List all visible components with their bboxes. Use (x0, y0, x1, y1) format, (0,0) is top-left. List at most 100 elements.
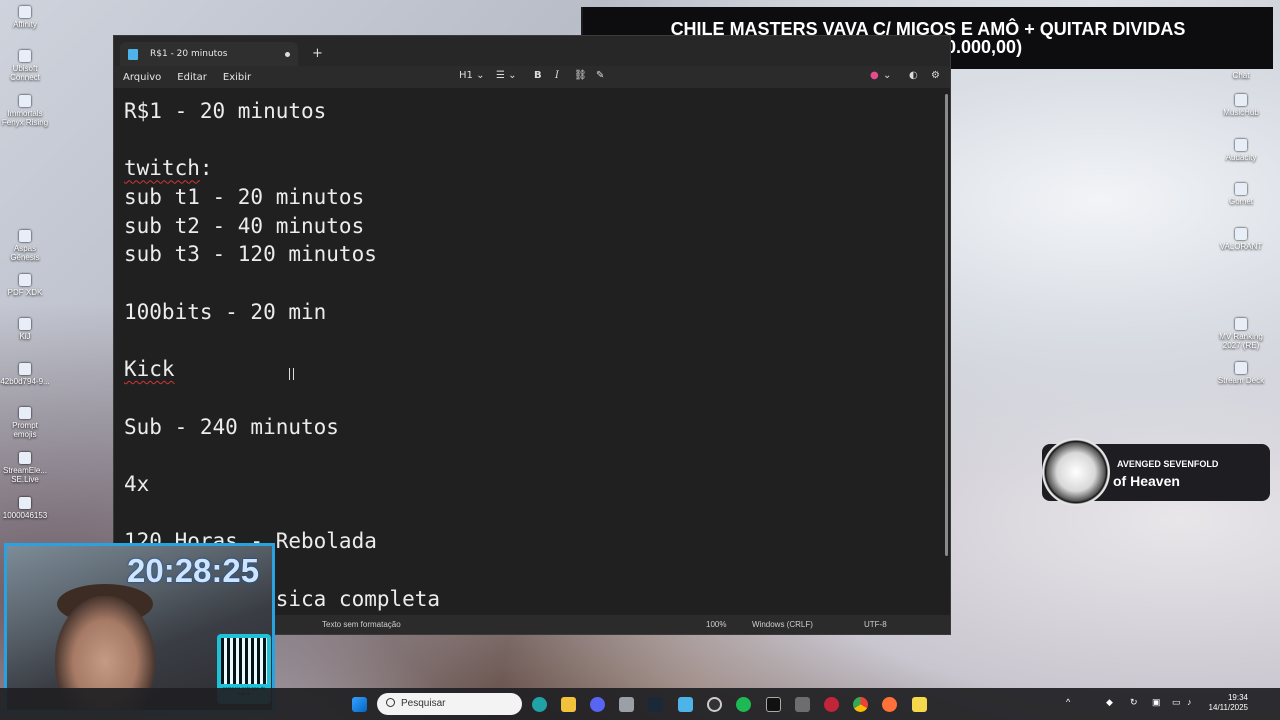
desktop-icon-42b0[interactable]: 42b0d794-9... (0, 363, 50, 386)
list-icon: ☰ (496, 70, 505, 81)
clock-time: 19:34 (1227, 693, 1248, 702)
text-cursor-icon (289, 368, 294, 380)
editor-line[interactable] (124, 384, 932, 413)
pdf-icon (19, 274, 31, 286)
edge-icon[interactable] (532, 697, 547, 712)
chevron-down-icon: ⌄ (508, 70, 517, 81)
now-playing-artist: AVENGED SEVENFOLD (1117, 459, 1219, 469)
chevron-down-icon[interactable]: ⌄ (883, 70, 891, 81)
editor-line[interactable]: sub t2 - 40 minutos (124, 212, 932, 241)
editor-line[interactable] (124, 269, 932, 298)
desktop-icon-valorant[interactable]: VALORANT (1216, 228, 1266, 251)
misspelled-word[interactable]: twitch (124, 156, 200, 180)
app-yellow-icon[interactable] (912, 697, 927, 712)
now-playing-song: of Heaven (1113, 473, 1180, 489)
tray-app-icon[interactable]: ▣ (1152, 697, 1161, 708)
taskbar-clock[interactable]: 19:34 14/11/2025 (1209, 693, 1248, 713)
music-icon (1235, 94, 1247, 106)
new-tab-button[interactable]: + (312, 46, 323, 61)
text-editor[interactable]: R$1 - 20 minutos twitch: sub t1 - 20 minut… (114, 88, 942, 615)
app-red-icon[interactable] (824, 697, 839, 712)
status-line-ending[interactable]: Windows (CRLF) (752, 620, 813, 629)
menu-editar[interactable]: Editar (169, 72, 215, 83)
firefox-icon[interactable] (882, 697, 897, 712)
desktop-icon-prompt[interactable]: Prompt emojis (0, 407, 50, 439)
desktop-icon-kij[interactable]: KiJ (0, 318, 50, 341)
desktop-icon-mv-ranking[interactable]: MV Ranking 2027 (RE) (1216, 318, 1266, 350)
italic-button[interactable]: I (555, 70, 559, 81)
vertical-scrollbar[interactable] (945, 94, 948, 556)
file-explorer-icon[interactable] (561, 697, 576, 712)
spotify-icon[interactable] (736, 697, 751, 712)
desktop-icon-pdf[interactable]: PDF XDK (0, 274, 50, 297)
steam-icon[interactable] (648, 697, 663, 712)
status-format[interactable]: Texto sem formatação (322, 620, 401, 629)
desktop-icon-stream-deck[interactable]: Stream Deck (1216, 362, 1266, 385)
subathon-timer: 20:28:25 (127, 552, 260, 589)
chrome-icon[interactable] (853, 697, 868, 712)
menu-arquivo[interactable]: Arquivo (115, 72, 169, 83)
notepad-taskbar-icon[interactable] (678, 697, 693, 712)
editor-line[interactable]: 4x (124, 470, 932, 499)
capcut-icon[interactable] (766, 697, 781, 712)
status-zoom[interactable]: 100% (706, 620, 726, 629)
affinity-icon (19, 6, 31, 18)
refresh-tray-icon[interactable]: ↻ (1130, 697, 1138, 708)
editor-line[interactable]: 100bits - 20 min (124, 298, 932, 327)
editor-line[interactable]: sub t1 - 20 minutos (124, 183, 932, 212)
desktop-icon-audacity[interactable]: Audacity (1216, 139, 1266, 162)
desktop-icon-chat[interactable]: Chat (1216, 71, 1266, 80)
steam-tray-icon[interactable]: ◆ (1106, 697, 1113, 708)
editor-line[interactable] (124, 499, 932, 528)
editor-line[interactable]: Sub - 240 minutos (124, 413, 932, 442)
chevron-down-icon: ⌄ (476, 70, 485, 81)
windows-start-icon[interactable] (352, 697, 367, 712)
copilot-icon[interactable]: ● (870, 70, 879, 81)
app-icon (1235, 183, 1247, 195)
gear-icon[interactable]: ⚙ (931, 70, 940, 81)
editor-line[interactable] (124, 441, 932, 470)
taskbar-search[interactable]: Pesquisar (377, 693, 522, 715)
unsaved-dot-icon[interactable] (285, 51, 290, 57)
editor-line[interactable]: R$1 - 20 minutos (124, 97, 932, 126)
file-icon (19, 497, 31, 509)
desktop-icon-1000046153[interactable]: 1000046153 (0, 497, 50, 520)
editor-line[interactable]: sub t3 - 120 minutos (124, 240, 932, 269)
calculator-icon[interactable] (795, 697, 810, 712)
list-button[interactable]: ☰ ⌄ (496, 70, 517, 81)
menu-bar: Arquivo Editar Exibir H1 ⌄ ☰ ⌄ B I ⛓ ✎ ●… (114, 66, 950, 88)
file-icon (19, 363, 31, 375)
bold-button[interactable]: B (534, 70, 542, 81)
document-tab[interactable]: R$1 - 20 minutos (120, 42, 298, 66)
desktop-icon-streamelements[interactable]: StreamEle... SE.Live (0, 452, 50, 484)
desktop-icon-musichub[interactable]: MusicHub (1216, 94, 1266, 117)
search-icon (386, 698, 395, 707)
title-bar: R$1 - 20 minutos + (114, 36, 950, 66)
desktop-icon-affinity[interactable]: Affinity (0, 6, 50, 29)
notepad-icon (128, 48, 138, 60)
desktop-icon-gomet[interactable]: Gomet (1216, 183, 1266, 206)
tab-title: R$1 - 20 minutos (150, 49, 228, 59)
shield-icon[interactable] (619, 697, 634, 712)
editor-line[interactable]: twitch: (124, 154, 932, 183)
link-icon[interactable]: ⛓ (574, 70, 587, 81)
account-icon[interactable]: ◐ (909, 70, 918, 81)
valorant-icon (1235, 228, 1247, 240)
editor-line[interactable]: Kick (124, 355, 932, 384)
desktop-icon-ubisoft[interactable]: Ubisoft Connect (0, 50, 50, 82)
chevron-up-icon[interactable]: ^ (1066, 697, 1070, 707)
desktop-icon-aspas[interactable]: Aspas Gênesis (0, 230, 50, 262)
discord-icon[interactable] (590, 697, 605, 712)
audacity-icon (1235, 139, 1247, 151)
status-encoding[interactable]: UTF-8 (864, 620, 887, 629)
heading-select[interactable]: H1 ⌄ (459, 70, 484, 81)
speaker-icon[interactable]: ♪ (1187, 697, 1192, 707)
desktop-icon-immortals[interactable]: Immortals Fenyx Rising (0, 95, 50, 127)
obs-icon[interactable] (707, 697, 722, 712)
editor-line[interactable] (124, 126, 932, 155)
monitor-icon[interactable]: ▭ (1172, 697, 1181, 708)
editor-line[interactable] (124, 327, 932, 356)
menu-exibir[interactable]: Exibir (215, 72, 259, 83)
ubisoft-icon (19, 50, 31, 62)
clear-format-icon[interactable]: ✎ (596, 70, 604, 81)
